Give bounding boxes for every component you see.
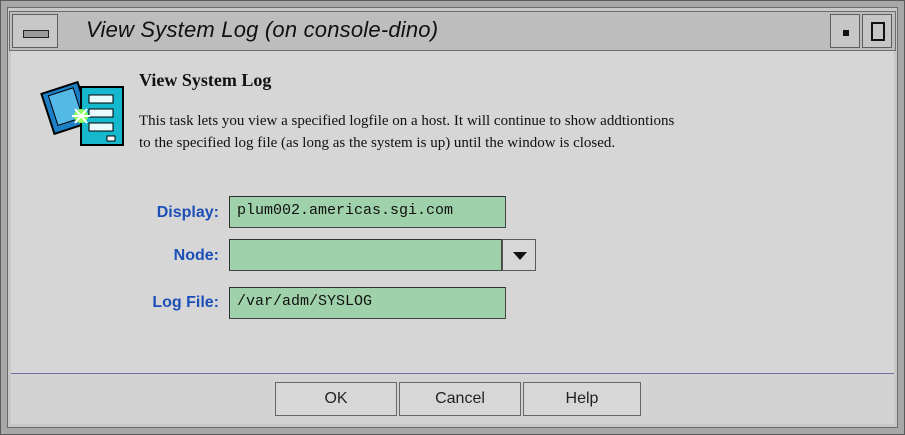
dialog-window: View System Log (on console-dino) View S… — [0, 0, 905, 435]
system-log-icon — [40, 80, 124, 146]
task-title: View System Log — [139, 70, 272, 90]
window-menu-icon — [23, 30, 49, 38]
log-file-label: Log File: — [152, 294, 219, 311]
task-description: This task lets you view a specified logf… — [139, 110, 879, 154]
chevron-down-icon — [513, 252, 527, 260]
maximize-button[interactable] — [862, 14, 892, 48]
node-dropdown-button[interactable] — [502, 239, 536, 271]
help-button[interactable]: Help — [523, 382, 641, 416]
description-line-2: to the specified log file (as long as th… — [139, 135, 616, 151]
button-row: OK Cancel Help — [11, 374, 894, 424]
display-field[interactable]: plum002.americas.sgi.com — [229, 196, 506, 228]
node-field[interactable] — [229, 239, 502, 271]
window-menu-button[interactable] — [12, 14, 58, 48]
description-line-1: This task lets you view a specified logf… — [139, 113, 675, 129]
main-panel: View System Log This task lets you view … — [11, 51, 894, 374]
ok-button[interactable]: OK — [275, 382, 397, 416]
minimize-icon — [843, 30, 849, 36]
minimize-button[interactable] — [830, 14, 860, 48]
title-bar[interactable]: View System Log (on console-dino) — [9, 11, 896, 51]
node-label: Node: — [173, 247, 219, 264]
cancel-button[interactable]: Cancel — [399, 382, 521, 416]
log-file-field[interactable]: /var/adm/SYSLOG — [229, 287, 506, 319]
window-title: View System Log (on console-dino) — [86, 17, 439, 42]
display-label: Display: — [156, 204, 219, 221]
maximize-icon — [871, 22, 885, 41]
